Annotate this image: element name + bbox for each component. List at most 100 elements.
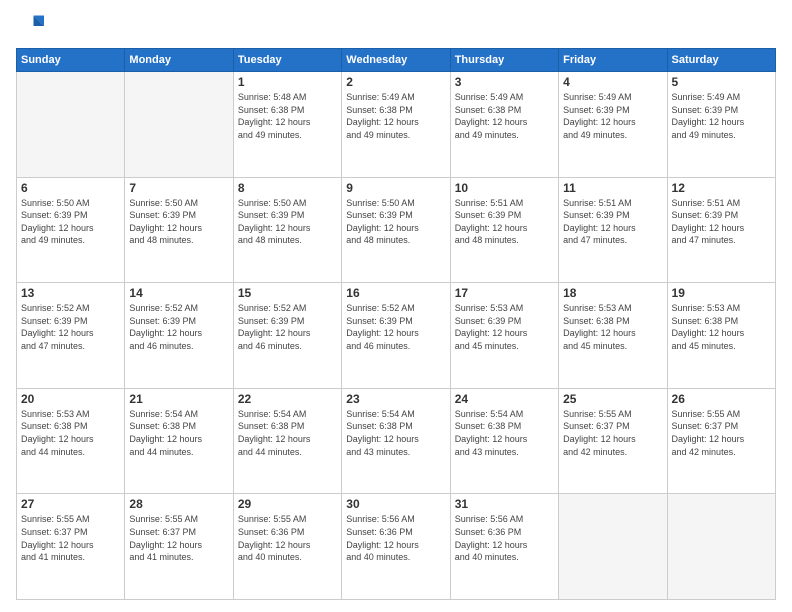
calendar-cell: 27Sunrise: 5:55 AM Sunset: 6:37 PM Dayli… — [17, 494, 125, 600]
day-number: 6 — [21, 181, 120, 195]
day-info: Sunrise: 5:56 AM Sunset: 6:36 PM Dayligh… — [455, 513, 554, 563]
calendar-cell: 21 Sunrise: 5:54 AM Sunset: 6:38 PM Dayli… — [125, 388, 233, 494]
calendar-cell: 1Sunrise: 5:48 AM Sunset: 6:38 PM Daylig… — [233, 72, 341, 178]
day-number: 17 — [455, 286, 554, 300]
day-number: 5 — [672, 75, 771, 89]
day-number: 10 — [455, 181, 554, 195]
day-number: 24 — [455, 392, 554, 406]
calendar-cell: 29 Sunrise: 5:55 AM Sunset: 6:36 PM Dayli… — [233, 494, 341, 600]
calendar-week-1: 1Sunrise: 5:48 AM Sunset: 6:38 PM Daylig… — [17, 72, 776, 178]
calendar-week-2: 6 Sunrise: 5:50 AM Sunset: 6:39 PM Daylig… — [17, 177, 776, 283]
calendar-table: SundayMondayTuesdayWednesdayThursdayFrid… — [16, 48, 776, 600]
day-info: Sunrise: 5:56 AM Sunset: 6:36 PM Dayligh… — [346, 513, 445, 563]
day-info: Sunrise: 5:52 AM Sunset: 6:39 PM Dayligh… — [346, 302, 445, 352]
calendar-cell: 20 Sunrise: 5:53 AM Sunset: 6:38 PM Dayli… — [17, 388, 125, 494]
day-info: Sunrise: 5:48 AM Sunset: 6:38 PM Dayligh… — [238, 91, 337, 141]
day-number: 3 — [455, 75, 554, 89]
calendar-cell: 22 Sunrise: 5:54 AM Sunset: 6:38 PM Dayli… — [233, 388, 341, 494]
day-info: Sunrise: 5:49 AM Sunset: 6:39 PM Dayligh… — [563, 91, 662, 141]
day-info: Sunrise: 5:55 AM Sunset: 6:37 PM Dayligh… — [672, 408, 771, 458]
calendar-cell: 24 Sunrise: 5:54 AM Sunset: 6:38 PM Dayli… — [450, 388, 558, 494]
day-info: Sunrise: 5:51 AM Sunset: 6:39 PM Dayligh… — [563, 197, 662, 247]
day-number: 28 — [129, 497, 228, 511]
day-info: Sunrise: 5:54 AM Sunset: 6:38 PM Dayligh… — [238, 408, 337, 458]
day-info: Sunrise: 5:51 AM Sunset: 6:39 PM Dayligh… — [672, 197, 771, 247]
day-info: Sunrise: 5:54 AM Sunset: 6:38 PM Dayligh… — [455, 408, 554, 458]
day-number: 20 — [21, 392, 120, 406]
calendar-cell: 9 Sunrise: 5:50 AM Sunset: 6:39 PM Daylig… — [342, 177, 450, 283]
day-number: 16 — [346, 286, 445, 300]
page: SundayMondayTuesdayWednesdayThursdayFrid… — [0, 0, 792, 612]
day-number: 26 — [672, 392, 771, 406]
day-info: Sunrise: 5:52 AM Sunset: 6:39 PM Dayligh… — [238, 302, 337, 352]
calendar-cell — [17, 72, 125, 178]
day-info: Sunrise: 5:50 AM Sunset: 6:39 PM Dayligh… — [129, 197, 228, 247]
day-number: 12 — [672, 181, 771, 195]
day-number: 21 — [129, 392, 228, 406]
calendar-cell: 10 Sunrise: 5:51 AM Sunset: 6:39 PM Dayli… — [450, 177, 558, 283]
day-number: 18 — [563, 286, 662, 300]
header — [16, 12, 776, 40]
calendar-cell: 4Sunrise: 5:49 AM Sunset: 6:39 PM Daylig… — [559, 72, 667, 178]
calendar-cell: 3 Sunrise: 5:49 AM Sunset: 6:38 PM Daylig… — [450, 72, 558, 178]
calendar-cell: 16 Sunrise: 5:52 AM Sunset: 6:39 PM Dayli… — [342, 283, 450, 389]
day-info: Sunrise: 5:55 AM Sunset: 6:37 PM Dayligh… — [563, 408, 662, 458]
day-number: 30 — [346, 497, 445, 511]
day-info: Sunrise: 5:53 AM Sunset: 6:39 PM Dayligh… — [455, 302, 554, 352]
day-info: Sunrise: 5:51 AM Sunset: 6:39 PM Dayligh… — [455, 197, 554, 247]
day-number: 8 — [238, 181, 337, 195]
day-number: 31 — [455, 497, 554, 511]
calendar-cell — [667, 494, 775, 600]
calendar-cell: 5 Sunrise: 5:49 AM Sunset: 6:39 PM Daylig… — [667, 72, 775, 178]
weekday-header-monday: Monday — [125, 49, 233, 72]
day-info: Sunrise: 5:52 AM Sunset: 6:39 PM Dayligh… — [129, 302, 228, 352]
calendar-week-4: 20 Sunrise: 5:53 AM Sunset: 6:38 PM Dayli… — [17, 388, 776, 494]
weekday-header-row: SundayMondayTuesdayWednesdayThursdayFrid… — [17, 49, 776, 72]
day-number: 2 — [346, 75, 445, 89]
day-info: Sunrise: 5:53 AM Sunset: 6:38 PM Dayligh… — [21, 408, 120, 458]
day-number: 19 — [672, 286, 771, 300]
day-number: 9 — [346, 181, 445, 195]
day-number: 29 — [238, 497, 337, 511]
calendar-week-5: 27 Sunrise: 5:55 AM Sunset: 6:37 PM Dayli… — [17, 494, 776, 600]
calendar-cell: 15 Sunrise: 5:52 AM Sunset: 6:39 PM Dayli… — [233, 283, 341, 389]
day-info: Sunrise: 5:53 AM Sunset: 6:38 PM Dayligh… — [563, 302, 662, 352]
calendar-cell: 7 Sunrise: 5:50 AM Sunset: 6:39 PM Daylig… — [125, 177, 233, 283]
day-number: 22 — [238, 392, 337, 406]
day-info: Sunrise: 5:49 AM Sunset: 6:38 PM Dayligh… — [346, 91, 445, 141]
calendar-cell: 2 Sunrise: 5:49 AM Sunset: 6:38 PM Daylig… — [342, 72, 450, 178]
weekday-header-tuesday: Tuesday — [233, 49, 341, 72]
day-info: Sunrise: 5:55 AM Sunset: 6:37 PM Dayligh… — [129, 513, 228, 563]
weekday-header-thursday: Thursday — [450, 49, 558, 72]
weekday-header-wednesday: Wednesday — [342, 49, 450, 72]
calendar-cell: 31 Sunrise: 5:56 AM Sunset: 6:36 PM Dayli… — [450, 494, 558, 600]
calendar-cell: 14Sunrise: 5:52 AM Sunset: 6:39 PM Dayli… — [125, 283, 233, 389]
day-info: Sunrise: 5:52 AM Sunset: 6:39 PM Dayligh… — [21, 302, 120, 352]
day-number: 27 — [21, 497, 120, 511]
calendar-cell: 26 Sunrise: 5:55 AM Sunset: 6:37 PM Dayli… — [667, 388, 775, 494]
calendar-week-3: 13Sunrise: 5:52 AM Sunset: 6:39 PM Dayli… — [17, 283, 776, 389]
calendar-cell: 11 Sunrise: 5:51 AM Sunset: 6:39 PM Dayli… — [559, 177, 667, 283]
calendar-cell: 25 Sunrise: 5:55 AM Sunset: 6:37 PM Dayli… — [559, 388, 667, 494]
day-info: Sunrise: 5:55 AM Sunset: 6:36 PM Dayligh… — [238, 513, 337, 563]
day-number: 15 — [238, 286, 337, 300]
day-info: Sunrise: 5:54 AM Sunset: 6:38 PM Dayligh… — [346, 408, 445, 458]
calendar-cell: 18 Sunrise: 5:53 AM Sunset: 6:38 PM Dayli… — [559, 283, 667, 389]
weekday-header-friday: Friday — [559, 49, 667, 72]
day-info: Sunrise: 5:54 AM Sunset: 6:38 PM Dayligh… — [129, 408, 228, 458]
day-info: Sunrise: 5:49 AM Sunset: 6:38 PM Dayligh… — [455, 91, 554, 141]
day-number: 7 — [129, 181, 228, 195]
calendar-cell — [125, 72, 233, 178]
day-info: Sunrise: 5:49 AM Sunset: 6:39 PM Dayligh… — [672, 91, 771, 141]
day-info: Sunrise: 5:53 AM Sunset: 6:38 PM Dayligh… — [672, 302, 771, 352]
weekday-header-saturday: Saturday — [667, 49, 775, 72]
weekday-header-sunday: Sunday — [17, 49, 125, 72]
day-info: Sunrise: 5:50 AM Sunset: 6:39 PM Dayligh… — [346, 197, 445, 247]
calendar-cell: 17 Sunrise: 5:53 AM Sunset: 6:39 PM Dayli… — [450, 283, 558, 389]
calendar-cell: 23 Sunrise: 5:54 AM Sunset: 6:38 PM Dayli… — [342, 388, 450, 494]
day-number: 11 — [563, 181, 662, 195]
day-info: Sunrise: 5:50 AM Sunset: 6:39 PM Dayligh… — [21, 197, 120, 247]
day-number: 25 — [563, 392, 662, 406]
day-info: Sunrise: 5:50 AM Sunset: 6:39 PM Dayligh… — [238, 197, 337, 247]
day-number: 23 — [346, 392, 445, 406]
